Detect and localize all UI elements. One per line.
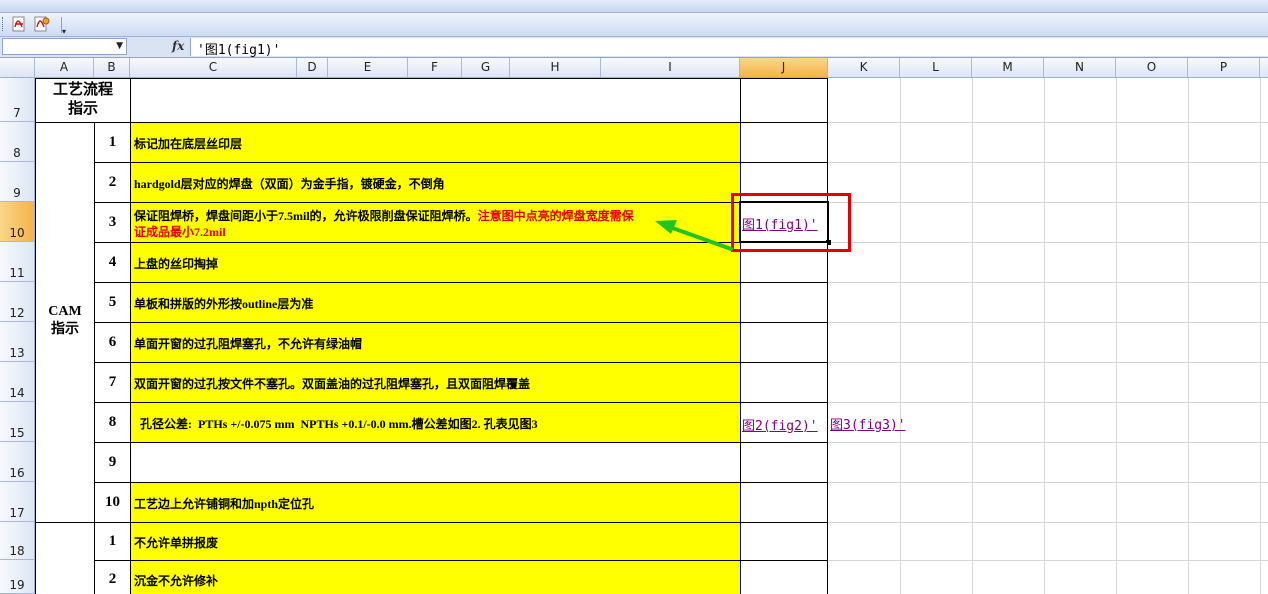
column-header[interactable]: N <box>1044 58 1116 77</box>
row-header[interactable]: 18 <box>0 522 35 560</box>
formula-input[interactable]: '图1(fig1)' <box>190 38 1268 58</box>
column-header[interactable]: L <box>900 58 972 77</box>
cell-j14[interactable] <box>740 362 828 403</box>
column-header-row: A B C D E F G H I J K L M N O P <box>0 58 1268 78</box>
item-number-cell[interactable]: 2 <box>94 560 131 594</box>
cell-j12[interactable] <box>740 282 828 323</box>
column-header[interactable]: C <box>130 58 297 77</box>
process-header-label: 工艺流程 指示 <box>52 82 113 117</box>
cell-j7[interactable] <box>740 78 828 123</box>
row-header[interactable]: 17 <box>0 482 35 522</box>
item-number-cell[interactable]: 4 <box>94 242 131 283</box>
worksheet-grid[interactable]: 工艺流程 指示 CAM 指示 1 标记加在底层丝印层 2 hardgold层对应… <box>35 78 1268 594</box>
row-header[interactable]: 9 <box>0 162 35 202</box>
column-header[interactable]: H <box>510 58 601 77</box>
green-arrow-icon <box>655 220 733 251</box>
fig3-link[interactable]: 图3(fig3)' <box>830 414 906 433</box>
item-number-cell[interactable]: 6 <box>94 322 131 363</box>
item-number-cell[interactable]: 1 <box>94 122 131 163</box>
column-header[interactable]: I <box>601 58 740 77</box>
item-text-cell[interactable]: 单板和拼版的外形按outline层为准 <box>130 282 741 323</box>
cell-j15[interactable]: 图2(fig2)' <box>740 402 828 443</box>
row-header[interactable]: 19 <box>0 560 35 594</box>
column-header[interactable]: K <box>828 58 900 77</box>
select-all-corner[interactable] <box>0 58 35 77</box>
column-header[interactable]: M <box>972 58 1044 77</box>
item-text-cell[interactable]: 标记加在底层丝印层 <box>130 122 741 163</box>
column-header[interactable]: A <box>35 58 94 77</box>
column-header[interactable]: P <box>1188 58 1260 77</box>
red-highlight-box <box>731 193 851 252</box>
row-header[interactable]: 15 <box>0 402 35 442</box>
pdf-toolbar: ▾ <box>0 13 1268 37</box>
item-text-cell[interactable]: 双面开窗的过孔按文件不塞孔。双面盖油的过孔阻焊塞孔，且双面阻焊覆盖 <box>130 362 741 403</box>
pdf-icon[interactable] <box>10 16 28 32</box>
cell-j13[interactable] <box>740 322 828 363</box>
row-header[interactable]: 14 <box>0 362 35 402</box>
row-header[interactable]: 8 <box>0 122 35 162</box>
item-text-cell[interactable]: 单面开窗的过孔阻焊塞孔，不允许有绿油帽 <box>130 322 741 363</box>
name-box[interactable]: ▼ <box>2 38 127 55</box>
toolbar-grip[interactable] <box>2 17 5 31</box>
cell-j16[interactable] <box>740 442 828 483</box>
row-header[interactable]: 13 <box>0 322 35 362</box>
item-text-cell[interactable]: 不允许单拼报废 <box>130 522 741 561</box>
column-header[interactable]: E <box>328 58 408 77</box>
row-header[interactable]: 12 <box>0 282 35 322</box>
row-header[interactable]: 7 <box>0 78 35 122</box>
cell-j8[interactable] <box>740 122 828 163</box>
cell-j17[interactable] <box>740 482 828 523</box>
fx-icon[interactable]: fx <box>172 39 184 53</box>
row-header[interactable]: 11 <box>0 242 35 282</box>
item-text-line1: 保证阻焊桥，焊盘间距小于7.5mil的，允许极限削盘保证阻焊桥。注意图中点亮的焊… <box>134 209 634 223</box>
row-header[interactable]: 16 <box>0 442 35 482</box>
column-header[interactable]: B <box>94 58 130 77</box>
column-header[interactable]: D <box>297 58 328 77</box>
fig2-link[interactable]: 图2(fig2)' <box>742 415 818 434</box>
cell-j19[interactable] <box>740 560 828 594</box>
column-header[interactable]: O <box>1116 58 1188 77</box>
header-blank-cell[interactable] <box>130 78 741 123</box>
item-number-cell[interactable]: 1 <box>94 522 131 561</box>
item-number-cell[interactable]: 5 <box>94 282 131 323</box>
toolbar-options-icon[interactable]: ▾ <box>62 27 66 36</box>
process-header-cell[interactable]: 工艺流程 指示 <box>35 78 131 123</box>
group2-cell[interactable] <box>35 522 95 594</box>
item-text-cell[interactable]: 沉金不允许修补 <box>130 560 741 594</box>
item-text-line2: 证成品最小7.2mil <box>134 225 226 239</box>
item-text-cell[interactable]: hardgold层对应的焊盘（双面）为金手指，镀硬金，不倒角 <box>130 162 741 203</box>
cam-group-cell[interactable]: CAM 指示 <box>35 122 95 523</box>
cell-j18[interactable] <box>740 522 828 561</box>
row-header-selected[interactable]: 10 <box>0 202 35 242</box>
standard-toolbar[interactable] <box>0 0 1268 13</box>
pdf-settings-icon[interactable] <box>33 16 51 32</box>
column-header[interactable]: F <box>408 58 462 77</box>
item-number-cell[interactable]: 9 <box>94 442 131 483</box>
column-header[interactable]: G <box>462 58 510 77</box>
chevron-down-icon[interactable]: ▼ <box>116 41 123 51</box>
item-text-cell-empty[interactable] <box>130 442 741 483</box>
item-text-cell[interactable]: 孔径公差: PTHs +/-0.075 mm NPTHs +0.1/-0.0 m… <box>130 402 741 443</box>
item-number-cell[interactable]: 10 <box>94 482 131 523</box>
column-header-selected[interactable]: J <box>740 58 828 77</box>
item-number-cell[interactable]: 8 <box>94 402 131 443</box>
item-number-cell[interactable]: 7 <box>94 362 131 403</box>
item-number-cell[interactable]: 3 <box>94 202 131 243</box>
item-number-cell[interactable]: 2 <box>94 162 131 203</box>
formula-bar: ▼ fx '图1(fig1)' <box>0 37 1268 58</box>
cam-group-label: CAM 指示 <box>48 304 82 337</box>
item-text-cell[interactable]: 工艺边上允许铺铜和加npth定位孔 <box>130 482 741 523</box>
